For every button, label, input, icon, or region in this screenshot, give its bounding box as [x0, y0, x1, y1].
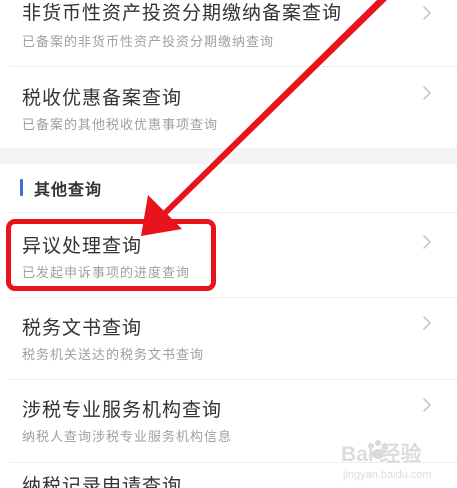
- list-item-tax-document-query[interactable]: 税务文书查询 税务机关送达的税务文书查询: [0, 298, 457, 379]
- list-item-title: 税务文书查询: [22, 317, 143, 339]
- list-item-noncash-asset-installment-filing[interactable]: 非货币性资产投资分期缴纳备案查询 已备案的非货币性资产投资分期缴纳查询: [0, 0, 457, 66]
- section-gap: [0, 148, 457, 164]
- list-item-tax-record-application-query[interactable]: 纳税记录申请查询: [0, 463, 457, 488]
- chevron-right-icon: [423, 6, 431, 20]
- list-item-subtitle: 已备案的其他税收优惠事项查询: [22, 118, 219, 133]
- list-item-subtitle: 已备案的非货币性资产投资分期缴纳查询: [22, 35, 275, 50]
- list-item-title: 涉税专业服务机构查询: [22, 399, 223, 421]
- section-title: 其他查询: [34, 180, 103, 199]
- list-item-subtitle: 已发起申诉事项的进度查询: [22, 266, 191, 281]
- chevron-right-icon: [423, 235, 431, 249]
- list-item-subtitle: 纳税人查询涉税专业服务机构信息: [22, 430, 233, 445]
- list-item-title: 纳税记录申请查询: [22, 475, 183, 488]
- section-accent-bar: [20, 179, 23, 196]
- query-list-screen: 非货币性资产投资分期缴纳备案查询 已备案的非货币性资产投资分期缴纳查询 税收优惠…: [0, 0, 457, 488]
- chevron-right-icon: [423, 316, 431, 330]
- chevron-right-icon: [423, 86, 431, 100]
- list-item-subtitle: 税务机关送达的税务文书查询: [22, 348, 205, 363]
- list-item-title: 非货币性资产投资分期缴纳备案查询: [22, 2, 343, 24]
- list-item-title: 税收优惠备案查询: [22, 87, 183, 109]
- list-item-objection-handling-query[interactable]: 异议处理查询 已发起申诉事项的进度查询: [0, 213, 457, 297]
- chevron-right-icon: [423, 398, 431, 412]
- list-item-tax-service-agency-query[interactable]: 涉税专业服务机构查询 纳税人查询涉税专业服务机构信息: [0, 380, 457, 462]
- list-item-tax-incentive-filing[interactable]: 税收优惠备案查询 已备案的其他税收优惠事项查询: [0, 67, 457, 148]
- list-item-title: 异议处理查询: [22, 235, 143, 257]
- section-header-other-queries: 其他查询: [0, 164, 457, 212]
